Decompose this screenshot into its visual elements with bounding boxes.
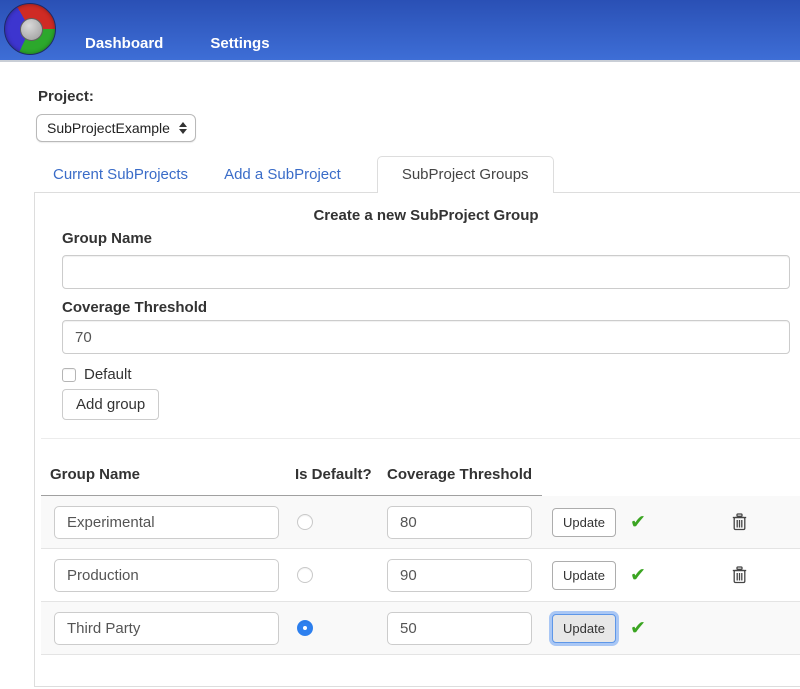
update-button[interactable]: Update [552,561,616,590]
page: Dashboard Settings Project: SubProjectEx… [0,0,800,689]
group-name-input[interactable] [54,506,279,539]
add-group-button[interactable]: Add group [62,389,159,420]
is-default-radio[interactable] [297,620,313,636]
cdash-logo-icon [4,3,56,55]
top-navigation-bar: Dashboard Settings [0,0,800,62]
subproject-tabs: Current SubProjects Add a SubProject Sub… [0,154,800,192]
coverage-threshold-input[interactable] [387,559,532,592]
create-group-title: Create a new SubProject Group [62,207,790,224]
header-group-name: Group Name [41,466,295,496]
success-check-icon: ✔ [630,513,646,532]
group-row: Update ✔ [41,549,800,602]
group-name-input[interactable] [54,612,279,645]
groups-table-body: Update ✔ Update ✔ [41,496,800,655]
success-check-icon: ✔ [630,566,646,585]
coverage-threshold-input[interactable] [62,320,790,354]
select-stepper-icon [179,122,187,134]
project-select-value: SubProjectExample [47,120,179,136]
nav-settings-link[interactable]: Settings [210,35,269,52]
nav-dashboard-link[interactable]: Dashboard [85,35,163,52]
delete-trash-icon[interactable] [732,513,747,531]
project-label: Project: [38,88,800,105]
is-default-radio[interactable] [297,514,313,530]
group-name-input[interactable] [62,255,790,289]
groups-table-header: Group Name Is Default? Coverage Threshol… [41,439,800,496]
coverage-threshold-label: Coverage Threshold [62,299,790,316]
coverage-threshold-input[interactable] [387,612,532,645]
subproject-groups-panel: Create a new SubProject Group Group Name… [34,192,800,687]
delete-trash-icon[interactable] [732,566,747,584]
groups-table: Group Name Is Default? Coverage Threshol… [41,438,800,655]
tab-current-subprojects[interactable]: Current SubProjects [38,157,203,192]
group-row: Update ✔ [41,496,800,549]
is-default-radio[interactable] [297,567,313,583]
default-checkbox[interactable] [62,368,76,382]
tab-add-a-subproject[interactable]: Add a SubProject [209,157,356,192]
update-button[interactable]: Update [552,614,616,643]
coverage-threshold-input[interactable] [387,506,532,539]
project-select[interactable]: SubProjectExample [36,114,196,142]
group-name-input[interactable] [54,559,279,592]
default-checkbox-label: Default [84,366,132,383]
update-button[interactable]: Update [552,508,616,537]
success-check-icon: ✔ [630,619,646,638]
header-coverage-threshold: Coverage Threshold [387,466,542,496]
header-is-default: Is Default? [295,466,387,496]
group-row: Update ✔ [41,602,800,655]
group-name-label: Group Name [62,230,790,247]
tab-subproject-groups[interactable]: SubProject Groups [377,156,554,193]
create-group-form: Create a new SubProject Group Group Name… [35,207,800,420]
